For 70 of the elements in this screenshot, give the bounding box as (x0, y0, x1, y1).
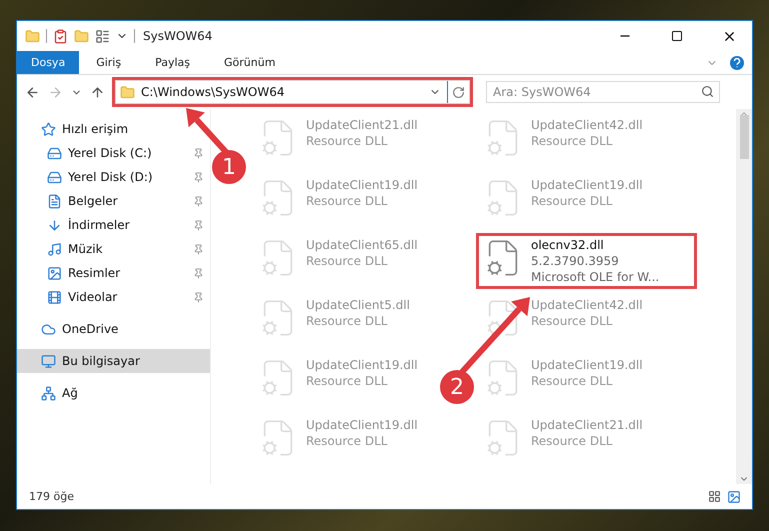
window-title: SysWOW64 (143, 29, 214, 43)
file-detail: Resource DLL (306, 194, 388, 208)
forward-arrow-icon (48, 84, 63, 100)
file-detail: Resource DLL (531, 194, 614, 208)
grid-icon (708, 490, 721, 503)
sidebar-item[interactable]: Bu bilgisayar (17, 349, 210, 373)
file-detail: Resource DLL (306, 134, 388, 148)
document-icon (47, 194, 62, 208)
network-icon (41, 386, 56, 400)
file-detail: Resource DLL (306, 434, 388, 448)
file-name: UpdateClient19.dll (306, 178, 418, 192)
file-detail: Resource DLL (531, 134, 614, 148)
search-icon[interactable] (701, 85, 714, 98)
sidebar-item[interactable]: Yerel Disk (D:) (17, 165, 210, 189)
folder-icon (120, 84, 135, 100)
refresh-icon (452, 86, 465, 98)
picture-icon (47, 266, 62, 280)
picture-icon (727, 490, 741, 504)
drive-icon (47, 170, 62, 184)
maximize-icon (671, 30, 683, 42)
properties-icon[interactable] (95, 28, 110, 44)
file-name: UpdateClient42.dll (531, 118, 643, 132)
file-name: UpdateClient21.dll (306, 118, 418, 132)
sidebar-item[interactable]: Videolar (17, 285, 210, 309)
ribbon-tab[interactable]: Giriş (79, 51, 138, 74)
back-button[interactable] (25, 84, 40, 100)
file-detail: Resource DLL (531, 374, 614, 388)
checklist-icon[interactable] (53, 28, 68, 44)
download-icon (47, 218, 62, 232)
sidebar-item[interactable]: Resimler (17, 261, 210, 285)
scrollbar-thumb[interactable] (740, 114, 748, 158)
ribbon-tab[interactable]: Dosya (17, 51, 80, 74)
file-item[interactable]: olecnv32.dll 5.2.3790.3959 Microsoft OLE for W... (476, 233, 697, 289)
music-icon (47, 242, 62, 256)
file-detail: 5.2.3790.3959 (531, 254, 620, 268)
item-count: 179 öğe (29, 490, 75, 503)
sidebar-item[interactable]: Ağ (17, 381, 210, 405)
film-icon (47, 290, 62, 304)
file-name: UpdateClient19.dll (306, 418, 418, 432)
up-button[interactable] (90, 84, 105, 100)
file-name: UpdateClient5.dll (306, 298, 410, 312)
file-name: UpdateClient19.dll (531, 358, 643, 372)
file-name: UpdateClient19.dll (306, 358, 418, 372)
sidebar-item[interactable]: Belgeler (17, 189, 210, 213)
address-field[interactable]: C:\Windows\SysWOW64 (115, 80, 470, 104)
search-field[interactable]: Ara: SysWOW64 (486, 81, 720, 103)
file-detail: Microsoft OLE for W... (531, 270, 660, 284)
arrow (186, 108, 228, 154)
file-name: olecnv32.dll (531, 238, 605, 252)
file-name: UpdateClient42.dll (531, 298, 643, 312)
help-icon[interactable] (730, 56, 744, 70)
star-icon (41, 122, 56, 136)
file-detail: Resource DLL (306, 314, 388, 328)
ribbon-tab[interactable]: Paylaş (138, 51, 207, 74)
file-name: UpdateClient65.dll (306, 238, 418, 252)
file-name: UpdateClient21.dll (531, 418, 643, 432)
file-detail: Resource DLL (531, 314, 614, 328)
sidebar-item[interactable]: İndirmeler (17, 213, 210, 237)
cloud-icon (41, 322, 56, 336)
sidebar-item[interactable]: OneDrive (17, 317, 210, 341)
monitor-icon (41, 354, 56, 368)
sidebar-item[interactable]: Müzik (17, 237, 210, 261)
file-detail: Resource DLL (306, 254, 388, 268)
drive-icon (47, 146, 62, 160)
file-detail: Resource DLL (531, 434, 614, 448)
file-name: UpdateClient19.dll (531, 178, 643, 192)
sidebar-item[interactable]: Hızlı erişim (17, 117, 210, 141)
ribbon-tab[interactable]: Görünüm (207, 51, 292, 74)
file-detail: Resource DLL (306, 374, 388, 388)
sidebar-item[interactable]: Yerel Disk (C:) (17, 141, 210, 165)
